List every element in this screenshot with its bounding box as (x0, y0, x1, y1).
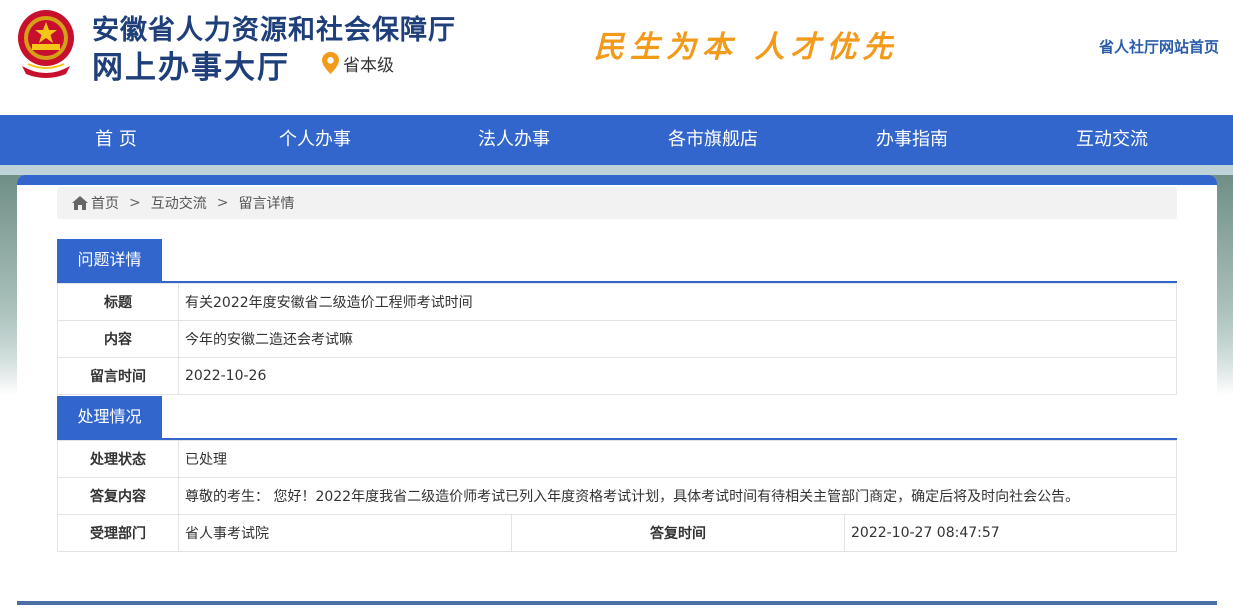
content-value: 今年的安徽二造还会考试嘛 (178, 320, 1177, 358)
question-section-header: 问题详情 (57, 239, 1177, 283)
reply-time-label: 答复时间 (511, 514, 845, 552)
title-label: 标题 (57, 283, 179, 321)
dept-value: 省人事考试院 (178, 514, 512, 552)
table-row: 受理部门 省人事考试院 答复时间 2022-10-27 08:47:57 (57, 514, 1177, 552)
table-row: 留言时间 2022-10-26 (57, 357, 1177, 395)
title-value: 有关2022年度安徽省二级造价工程师考试时间 (178, 283, 1177, 321)
breadcrumb-home[interactable]: 首页 (91, 193, 119, 213)
handling-table: 处理状态 已处理 答复内容 尊敬的考生： 您好！2022年度我省二级造价师考试已… (57, 440, 1177, 552)
home-icon (72, 196, 88, 210)
nav-item-guide[interactable]: 办事指南 (832, 115, 992, 165)
nav-item-corporate[interactable]: 法人办事 (434, 115, 594, 165)
breadcrumb-separator: > (129, 195, 141, 211)
national-emblem-icon (18, 10, 74, 78)
content-panel: 首页 > 互动交流 > 留言详情 问题详情 标题 有关2022年度安徽省二级造价… (17, 175, 1217, 611)
content-label: 内容 (57, 320, 179, 358)
breadcrumb-interaction[interactable]: 互动交流 (151, 193, 207, 213)
handling-section-title: 处理情况 (57, 396, 162, 438)
message-time-label: 留言时间 (57, 357, 179, 395)
reply-label: 答复内容 (57, 477, 179, 515)
reply-value: 尊敬的考生： 您好！2022年度我省二级造价师考试已列入年度资格考试计划，具体考… (178, 477, 1177, 515)
nav-item-city-stores[interactable]: 各市旗舰店 (633, 115, 793, 165)
slogan: 民生为本 人才优先 (594, 30, 899, 65)
nav-item-home[interactable]: 首 页 (36, 115, 196, 165)
dept-label: 受理部门 (57, 514, 179, 552)
footer-divider (17, 601, 1217, 605)
question-table: 标题 有关2022年度安徽省二级造价工程师考试时间 内容 今年的安徽二造还会考试… (57, 283, 1177, 395)
panel-top-bar (17, 175, 1217, 185)
nav-item-personal[interactable]: 个人办事 (235, 115, 395, 165)
site-header: 安徽省人力资源和社会保障厅 网上办事大厅 省本级 民生为本 人才优先 省人社厅网… (0, 0, 1233, 115)
message-time-value: 2022-10-26 (178, 357, 1177, 395)
breadcrumb-separator: > (216, 195, 229, 211)
handling-section-header: 处理情况 (57, 396, 1177, 440)
location-selector[interactable]: 省本级 (322, 52, 394, 76)
table-row: 处理状态 已处理 (57, 440, 1177, 478)
site-subtitle: 网上办事大厅 (92, 50, 290, 86)
map-pin-icon (322, 52, 339, 74)
breadcrumb: 首页 > 互动交流 > 留言详情 (57, 187, 1177, 219)
status-value: 已处理 (178, 440, 1177, 478)
main-nav: 首 页 个人办事 法人办事 各市旗舰店 办事指南 互动交流 (0, 115, 1233, 165)
table-row: 标题 有关2022年度安徽省二级造价工程师考试时间 (57, 283, 1177, 321)
ministry-home-link[interactable]: 省人社厅网站首页 (1099, 36, 1219, 57)
table-row: 内容 今年的安徽二造还会考试嘛 (57, 320, 1177, 358)
nav-item-interaction[interactable]: 互动交流 (1032, 115, 1192, 165)
breadcrumb-current: 留言详情 (238, 196, 295, 212)
question-section-title: 问题详情 (57, 239, 162, 281)
table-row: 答复内容 尊敬的考生： 您好！2022年度我省二级造价师考试已列入年度资格考试计… (57, 477, 1177, 515)
location-label: 省本级 (343, 55, 394, 76)
reply-time-value: 2022-10-27 08:47:57 (844, 514, 1177, 552)
status-label: 处理状态 (57, 440, 179, 478)
